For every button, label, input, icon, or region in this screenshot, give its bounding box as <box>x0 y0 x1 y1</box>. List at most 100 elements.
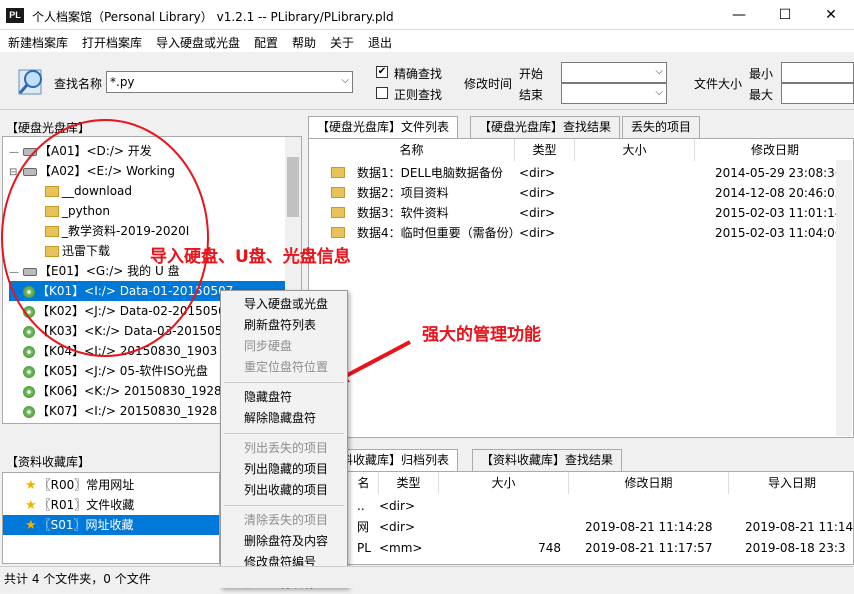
column-type[interactable]: 类型 <box>515 139 575 161</box>
file-date: 2014-12-08 20:46:02 <box>715 186 843 200</box>
context-menu-item[interactable]: 列出收藏的项目 <box>221 480 347 501</box>
menu-open-library[interactable]: 打开档案库 <box>82 34 142 51</box>
context-menu-item[interactable]: 列出隐藏的项目 <box>221 459 347 480</box>
exact-search-checkbox[interactable]: ✔ <box>376 66 388 78</box>
folder-icon <box>45 246 59 257</box>
exact-search-label: 精确查找 <box>394 67 443 81</box>
app-logo-icon: PL <box>6 8 24 23</box>
column-size[interactable]: 大小 <box>575 139 695 161</box>
tree-item[interactable]: ⊟ 【A02】<E:/> Working <box>9 161 285 181</box>
close-button[interactable]: ✕ <box>808 0 854 30</box>
scroll-thumb[interactable] <box>287 157 299 217</box>
start-label: 开始 <box>519 67 544 81</box>
table-row[interactable]: .. <dir> <box>309 496 853 516</box>
context-menu-item[interactable]: 刷新盘符列表 <box>221 315 347 336</box>
column-date[interactable]: 修改日期 <box>569 472 729 494</box>
archive-import-date <box>745 496 853 516</box>
archive-date: 2019-08-21 11:17:57 <box>585 541 713 555</box>
table-row[interactable]: 数据3：软件资料 <dir> 2015-02-03 11:01:14 <box>309 203 853 223</box>
tab-lost-items[interactable]: 丢失的项目 <box>622 116 701 138</box>
table-row[interactable]: 网 <dir> 2019-08-21 11:14:28 2019-08-21 11:1… <box>309 517 853 537</box>
menu-separator <box>224 505 344 506</box>
start-date-select[interactable]: ⌵ <box>561 62 667 83</box>
menu-separator <box>224 433 344 434</box>
expander-icon[interactable]: — <box>9 143 23 163</box>
min-size-label: 最小 <box>749 67 774 81</box>
column-type[interactable]: 类型 <box>379 472 439 494</box>
folder-icon <box>331 167 345 178</box>
table-row[interactable]: PL <mm> 748 2019-08-21 11:17:57 2019-08-18 2… <box>309 538 853 558</box>
archive-size <box>479 496 561 516</box>
tree-item[interactable]: __download <box>45 181 285 201</box>
tab-search-results[interactable]: 【硬盘光盘库】查找结果 <box>470 116 621 138</box>
tree-item-label: _python <box>62 204 110 218</box>
star-icon: ★ <box>25 498 37 513</box>
context-menu-item[interactable]: 解除隐藏盘符 <box>221 408 347 429</box>
hard-disk-icon <box>23 147 37 156</box>
cd-disc-icon <box>23 345 35 358</box>
archive-name: .. <box>357 499 365 513</box>
annotation-import: 导入硬盘、U盘、光盘信息 <box>150 247 351 267</box>
list-item[interactable]: ★ 〖R00〗常用网址 <box>3 475 219 495</box>
context-menu-item: 列出丢失的项目 <box>244 441 329 455</box>
chevron-down-icon: ⌵ <box>341 75 349 86</box>
menu-help[interactable]: 帮助 <box>292 34 316 51</box>
expander-icon[interactable]: — <box>9 263 23 283</box>
tree-item[interactable]: _python <box>45 201 285 221</box>
context-menu-item[interactable]: 删除盘符及内容 <box>221 531 347 552</box>
archive-tabs: 【资料收藏库】归档列表 【资料收藏库】查找结果 <box>308 449 854 472</box>
list-item[interactable]: ★ 〖S01〗网址收藏 <box>3 515 219 535</box>
search-name-label: 查找名称 <box>54 77 103 91</box>
file-name: 数据1：DELL电脑数据备份 <box>357 166 503 180</box>
cd-disc-icon <box>23 285 35 298</box>
regex-search-checkbox[interactable] <box>376 87 388 99</box>
maximize-button[interactable]: ☐ <box>762 0 808 30</box>
column-size[interactable]: 大小 <box>439 472 569 494</box>
collection-list: ★ 〖R00〗常用网址 ★ 〖R01〗文件收藏 ★ 〖S01〗网址收藏 <box>2 472 220 564</box>
tree-item-label: 【K02】<J:/> Data-02-20150507 <box>37 304 234 318</box>
context-menu-item: 同步硬盘 <box>244 339 293 353</box>
archive-size: 748 <box>538 541 561 555</box>
search-name-input[interactable]: *.py ⌵ <box>106 71 353 93</box>
column-name[interactable]: 名 <box>349 472 379 494</box>
min-size-input[interactable] <box>781 62 854 83</box>
end-date-select[interactable]: ⌵ <box>561 83 667 104</box>
menu-exit[interactable]: 退出 <box>368 34 392 51</box>
table-row[interactable]: 数据1：DELL电脑数据备份 <dir> 2014-05-29 23:08:36 <box>309 163 853 183</box>
max-size-input[interactable] <box>781 83 854 104</box>
window-title: 个人档案馆（Personal Library） v1.2.1 -- PLibra… <box>32 10 394 24</box>
status-text: 共计 4 个文件夹，0 个文件 <box>4 572 151 586</box>
tab-file-list[interactable]: 【硬盘光盘库】文件列表 <box>308 116 459 139</box>
tree-item[interactable]: _教学资料-2019-2020I <box>45 221 285 241</box>
context-menu-item[interactable]: 导入硬盘或光盘 <box>221 294 347 315</box>
chevron-down-icon: ⌵ <box>655 66 663 77</box>
column-import-date[interactable]: 导入日期 <box>729 472 853 494</box>
mtime-label: 修改时间 <box>464 77 513 91</box>
tree-item-label: 【A01】<D:/> 开发 <box>39 144 152 158</box>
collapse-icon[interactable]: ⊟ <box>9 163 23 183</box>
list-item[interactable]: ★ 〖R01〗文件收藏 <box>3 495 219 515</box>
tree-item[interactable]: — 【A01】<D:/> 开发 <box>9 141 285 161</box>
folder-icon <box>331 187 345 198</box>
context-menu: 导入硬盘或光盘 刷新盘符列表 同步硬盘 重定位盘符位置 隐藏盘符 解除隐藏盘符 列出丢失的项… <box>220 290 348 590</box>
archive-type: <dir> <box>379 520 415 534</box>
column-date[interactable]: 修改日期 <box>695 139 853 161</box>
minimize-button[interactable]: — <box>716 0 762 30</box>
cd-disc-icon <box>23 305 35 318</box>
table-row[interactable]: 数据2：项目资料 <dir> 2014-12-08 20:46:02 <box>309 183 853 203</box>
column-name[interactable]: 名称 <box>309 139 515 161</box>
file-type: <dir> <box>519 226 555 240</box>
tree-item-label: __download <box>62 184 133 198</box>
menu-config[interactable]: 配置 <box>254 34 278 51</box>
menu-about[interactable]: 关于 <box>330 34 354 51</box>
menu-new-library[interactable]: 新建档案库 <box>8 34 68 51</box>
tab-archive-search[interactable]: 【资料收藏库】查找结果 <box>472 449 623 471</box>
disk-panel-title: 【硬盘光盘库】 <box>6 121 91 135</box>
file-type: <dir> <box>519 206 555 220</box>
file-name: 数据4：临时但重要（需备份） <box>357 226 515 240</box>
status-bar: 共计 4 个文件夹，0 个文件 <box>0 566 854 588</box>
file-list-scrollbar[interactable] <box>836 160 852 436</box>
menu-import-disk[interactable]: 导入硬盘或光盘 <box>156 34 240 51</box>
context-menu-item[interactable]: 隐藏盘符 <box>221 387 347 408</box>
table-row[interactable]: 数据4：临时但重要（需备份） <dir> 2015-02-03 11:04:06 <box>309 223 853 243</box>
